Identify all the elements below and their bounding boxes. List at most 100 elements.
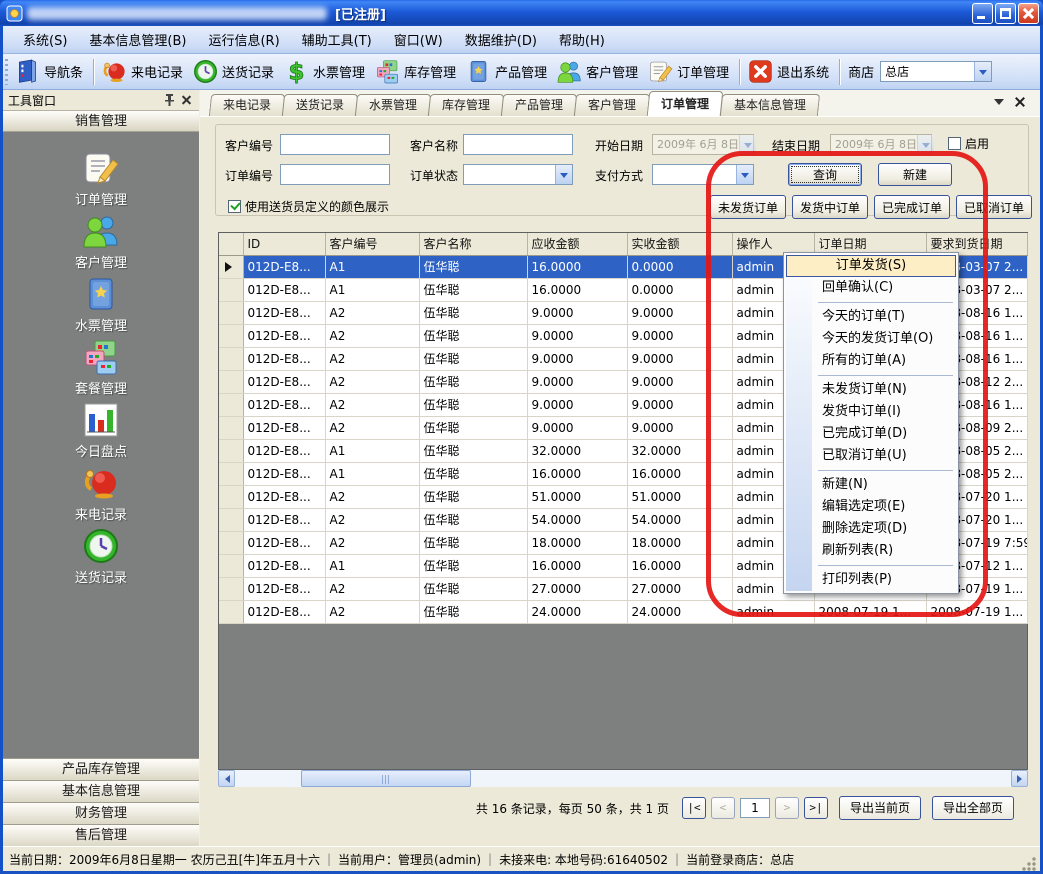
enable-checkbox-box[interactable] xyxy=(948,137,961,150)
sidebar-item-red-bell[interactable]: 来电记录 xyxy=(3,463,199,526)
export-all-pages-button[interactable]: 导出全部页 xyxy=(932,796,1014,820)
toolbar-button-color-grid[interactable]: 库存管理 xyxy=(371,56,462,87)
row-selector-cell[interactable] xyxy=(219,531,243,554)
pay-method-select[interactable] xyxy=(652,164,754,185)
context-menu-item-8[interactable]: 发货中订单(I) xyxy=(786,401,956,423)
close-button[interactable] xyxy=(1018,3,1039,24)
row-selector-cell[interactable] xyxy=(219,508,243,531)
tab-close-icon[interactable] xyxy=(1014,96,1026,108)
page-number-input[interactable] xyxy=(740,798,770,818)
menubar-item-5[interactable]: 数据维护(D) xyxy=(455,27,547,52)
sidebar-item-green-clock[interactable]: 送货记录 xyxy=(3,526,199,589)
context-menu-item-10[interactable]: 已取消订单(U) xyxy=(786,445,956,467)
sidebar-item-people[interactable]: 客户管理 xyxy=(3,211,199,274)
tab-产品管理[interactable]: 产品管理 xyxy=(501,94,577,116)
scrollbar-thumb[interactable] xyxy=(301,770,471,787)
context-menu-item-1[interactable]: 回单确认(C) xyxy=(786,277,956,299)
grid-header-4[interactable]: 实收金额 xyxy=(627,233,732,255)
sidebar-group-1[interactable]: 基本信息管理 xyxy=(3,780,199,802)
context-menu-item-14[interactable]: 删除选定项(D) xyxy=(786,518,956,540)
toolbar-button-dollar[interactable]: $水票管理 xyxy=(280,56,371,87)
menubar-item-3[interactable]: 辅助工具(T) xyxy=(292,27,382,52)
sidebar-group-0[interactable]: 产品库存管理 xyxy=(3,758,199,780)
delivery-color-checkbox-box[interactable] xyxy=(228,200,241,213)
row-selector-cell[interactable] xyxy=(219,600,243,623)
end-date-dropdown-icon[interactable] xyxy=(917,135,934,154)
sidebar-group-2[interactable]: 财务管理 xyxy=(3,802,199,824)
sidebar-group-3[interactable]: 售后管理 xyxy=(3,824,199,846)
menubar-item-1[interactable]: 基本信息管理(B) xyxy=(79,27,196,52)
start-date-dropdown-icon[interactable] xyxy=(739,135,756,154)
tab-来电记录[interactable]: 来电记录 xyxy=(209,94,285,116)
status-filter-button-2[interactable]: 已完成订单 xyxy=(874,195,950,219)
shop-dropdown-icon[interactable] xyxy=(974,62,991,81)
menubar-item-2[interactable]: 运行信息(R) xyxy=(198,27,289,52)
status-filter-button-3[interactable]: 已取消订单 xyxy=(956,195,1032,219)
row-selector-cell[interactable] xyxy=(219,439,243,462)
query-button[interactable]: 查询 xyxy=(788,163,862,186)
horizontal-scrollbar[interactable] xyxy=(218,770,1028,787)
end-date-picker[interactable]: 2009年 6月 8日 xyxy=(830,134,932,155)
context-menu-item-3[interactable]: 今天的订单(T) xyxy=(786,306,956,328)
first-page-button[interactable]: |< xyxy=(682,797,706,819)
order-status-select[interactable] xyxy=(463,164,573,185)
last-page-button[interactable]: >| xyxy=(804,797,828,819)
tab-客户管理[interactable]: 客户管理 xyxy=(574,94,650,116)
sidebar-item-scroll-pen[interactable]: 订单管理 xyxy=(3,148,199,211)
tab-订单管理[interactable]: 订单管理 xyxy=(647,91,724,116)
sidebar-item-color-grid[interactable]: 套餐管理 xyxy=(3,337,199,400)
context-menu-item-0[interactable]: 订单发货(S) xyxy=(786,255,956,277)
context-menu-item-12[interactable]: 新建(N) xyxy=(786,474,956,496)
toolbar-button-blue-book[interactable]: 产品管理 xyxy=(462,56,553,87)
pin-icon[interactable] xyxy=(162,93,176,107)
toolbar-button-people[interactable]: 客户管理 xyxy=(553,56,644,87)
order-no-input[interactable] xyxy=(280,164,390,185)
sidebar-item-blue-book[interactable]: 水票管理 xyxy=(3,274,199,337)
row-selector-cell[interactable] xyxy=(219,485,243,508)
enable-checkbox[interactable]: 启用 xyxy=(948,135,989,152)
tab-list-dropdown-icon[interactable] xyxy=(994,99,1004,110)
toolbar-button-red-bell[interactable]: 来电记录 xyxy=(98,56,189,87)
next-page-button[interactable]: > xyxy=(775,797,799,819)
context-menu-item-4[interactable]: 今天的发货订单(O) xyxy=(786,328,956,350)
tab-库存管理[interactable]: 库存管理 xyxy=(428,94,504,116)
row-selector-cell[interactable] xyxy=(219,347,243,370)
context-menu-item-17[interactable]: 打印列表(P) xyxy=(786,569,956,591)
maximize-button[interactable] xyxy=(995,3,1016,24)
customer-name-input[interactable] xyxy=(463,134,573,155)
table-row[interactable]: 012D-E8...A2伍华聪24.000024.0000admin2008-0… xyxy=(219,600,1027,623)
row-selector-cell[interactable] xyxy=(219,554,243,577)
menubar-item-4[interactable]: 窗口(W) xyxy=(384,27,453,52)
start-date-picker[interactable]: 2009年 6月 8日 xyxy=(652,134,754,155)
tab-送货记录[interactable]: 送货记录 xyxy=(282,94,358,116)
scroll-right-icon[interactable] xyxy=(1011,770,1028,787)
tab-基本信息管理[interactable]: 基本信息管理 xyxy=(720,94,820,116)
pay-method-dropdown-icon[interactable] xyxy=(736,165,753,184)
grid-header-1[interactable]: 客户编号 xyxy=(325,233,419,255)
status-filter-button-1[interactable]: 发货中订单 xyxy=(792,195,868,219)
scroll-left-icon[interactable] xyxy=(218,770,235,787)
row-selector-cell[interactable] xyxy=(219,278,243,301)
menubar-item-6[interactable]: 帮助(H) xyxy=(549,27,615,52)
new-button[interactable]: 新建 xyxy=(878,163,952,186)
grid-header-2[interactable]: 客户名称 xyxy=(419,233,527,255)
tab-水票管理[interactable]: 水票管理 xyxy=(355,94,431,116)
delivery-color-checkbox[interactable]: 使用送货员定义的颜色展示 xyxy=(228,198,389,215)
row-selector-cell[interactable] xyxy=(219,416,243,439)
row-selector-cell[interactable] xyxy=(219,577,243,600)
customer-no-input[interactable] xyxy=(280,134,390,155)
menubar-item-0[interactable]: 系统(S) xyxy=(13,27,77,52)
row-selector-cell[interactable] xyxy=(219,462,243,485)
minimize-button[interactable] xyxy=(972,3,993,24)
shop-select[interactable]: 总店 xyxy=(880,61,992,82)
grid-header-0[interactable]: ID xyxy=(243,233,325,255)
grid-header-3[interactable]: 应收金额 xyxy=(527,233,627,255)
context-menu-item-15[interactable]: 刷新列表(R) xyxy=(786,540,956,562)
resize-grip-icon[interactable] xyxy=(1022,857,1036,871)
context-menu-item-13[interactable]: 编辑选定项(E) xyxy=(786,496,956,518)
toolbar-button-navigation-book[interactable]: 导航条 xyxy=(11,56,89,87)
context-menu-item-9[interactable]: 已完成订单(D) xyxy=(786,423,956,445)
status-filter-button-0[interactable]: 未发货订单 xyxy=(710,195,786,219)
toolbar-button-scroll-pen[interactable]: 订单管理 xyxy=(644,56,735,87)
scrollbar-track[interactable] xyxy=(235,770,1011,787)
